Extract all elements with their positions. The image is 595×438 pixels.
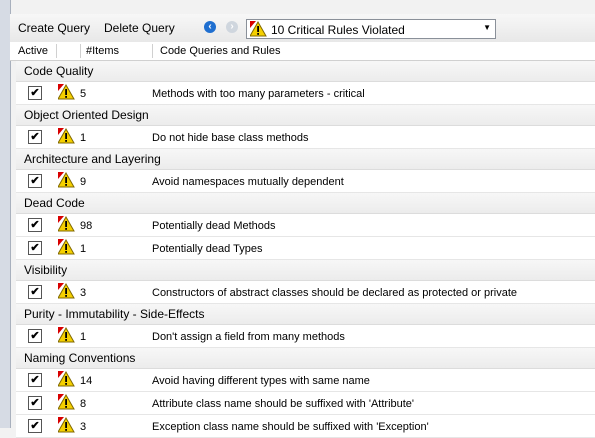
rule-item-count: 1 [80,331,87,343]
rule-name[interactable]: Methods with too many parameters - criti… [152,88,365,100]
active-checkbox[interactable]: ✔ [28,419,42,433]
critical-warning-icon [57,416,76,436]
rule-name[interactable]: Potentially dead Types [152,243,262,255]
rule-item-count: 3 [80,287,87,299]
group-header: Code Quality [16,61,595,82]
active-checkbox[interactable]: ✔ [28,373,42,387]
group-header: Architecture and Layering [16,149,595,170]
column-active[interactable]: Active [18,45,48,57]
rule-name[interactable]: Avoid having different types with same n… [152,375,370,387]
critical-warning-icon [57,238,76,258]
critical-warning-icon [57,282,76,302]
rule-row[interactable]: ✔ 5 Methods with too many parameters - cri… [16,82,595,105]
critical-warning-icon [57,171,76,191]
rule-item-count: 8 [80,398,87,410]
critical-warning-icon [249,20,268,40]
rule-item-count: 1 [80,132,87,144]
back-arrow-icon[interactable]: ‹ [204,21,216,33]
critical-warning-icon [57,393,76,413]
column-header: Active #Items Code Queries and Rules [10,42,595,61]
rule-name[interactable]: Avoid namespaces mutually dependent [152,176,344,188]
rule-row[interactable]: ✔ 9 Avoid namespaces mutually dependent [16,170,595,193]
forward-arrow-icon[interactable]: › [226,21,238,33]
rule-row[interactable]: ✔ 3 Constructors of abstract classes shoul… [16,281,595,304]
rule-item-count: 5 [80,88,87,100]
active-checkbox[interactable]: ✔ [28,396,42,410]
rule-row[interactable]: ✔ 3 Exception class name should be suffixe… [16,415,595,438]
toolbar: Create Query Delete Query ‹ › 10 Critica… [10,14,595,43]
critical-warning-icon [57,83,76,103]
dropdown-selected-value: 10 Critical Rules Violated [271,23,405,37]
rule-row[interactable]: ✔ 98 Potentially dead Methods [16,214,595,237]
group-header: Purity - Immutability - Side-Effects [16,304,595,325]
rules-list: Code Quality ✔ 5 Methods with too many para… [16,61,595,438]
rule-item-count: 98 [80,220,93,232]
group-header: Naming Conventions [16,348,595,369]
column-items[interactable]: #Items [86,45,119,57]
left-panel-edge [0,0,11,428]
rule-name[interactable]: Constructors of abstract classes should … [152,287,517,299]
critical-warning-icon [57,215,76,235]
critical-warning-icon [57,370,76,390]
rule-name[interactable]: Potentially dead Methods [152,220,276,232]
rule-item-count: 3 [80,421,87,433]
rule-row[interactable]: ✔ 8 Attribute class name should be suffixe… [16,392,595,415]
group-header: Object Oriented Design [16,105,595,126]
rule-name[interactable]: Do not hide base class methods [152,132,309,144]
active-checkbox[interactable]: ✔ [28,285,42,299]
critical-warning-icon [57,326,76,346]
rule-name[interactable]: Don't assign a field from many methods [152,331,345,343]
create-query-button[interactable]: Create Query [18,21,90,35]
active-checkbox[interactable]: ✔ [28,130,42,144]
active-checkbox[interactable]: ✔ [28,218,42,232]
group-header: Visibility [16,260,595,281]
rule-row[interactable]: ✔ 1 Do not hide base class methods [16,126,595,149]
query-filter-dropdown[interactable]: 10 Critical Rules Violated ▼ [246,19,496,39]
delete-query-button[interactable]: Delete Query [104,21,175,35]
rule-row[interactable]: ✔ 1 Don't assign a field from many methods [16,325,595,348]
chevron-down-icon[interactable]: ▼ [483,23,491,32]
rule-row[interactable]: ✔ 1 Potentially dead Types [16,237,595,260]
active-checkbox[interactable]: ✔ [28,329,42,343]
column-rules[interactable]: Code Queries and Rules [160,45,280,57]
active-checkbox[interactable]: ✔ [28,241,42,255]
critical-warning-icon [57,127,76,147]
rule-name[interactable]: Attribute class name should be suffixed … [152,398,414,410]
rule-name[interactable]: Exception class name should be suffixed … [152,421,429,433]
active-checkbox[interactable]: ✔ [28,174,42,188]
rule-item-count: 9 [80,176,87,188]
active-checkbox[interactable]: ✔ [28,86,42,100]
rule-row[interactable]: ✔ 14 Avoid having different types with sam… [16,369,595,392]
group-header: Dead Code [16,193,595,214]
rule-item-count: 14 [80,375,93,387]
rule-item-count: 1 [80,243,87,255]
